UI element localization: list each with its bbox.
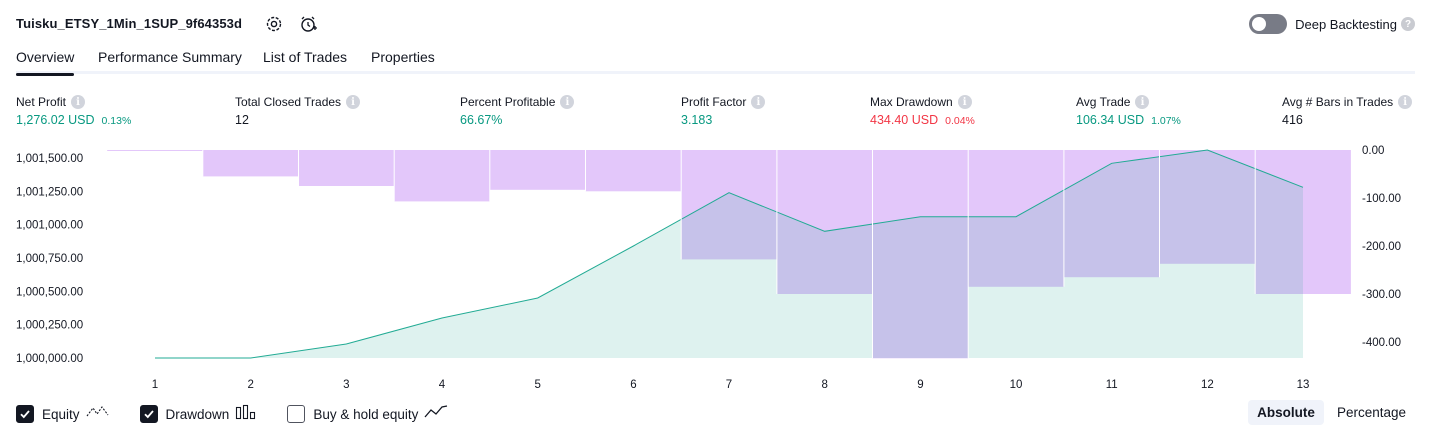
metric-value: 1,276.02 USD <box>16 113 95 127</box>
right-axis-tick-label: -300.00 <box>1362 289 1401 301</box>
buy-hold-checkbox[interactable] <box>287 405 306 423</box>
x-axis-tick-label: 8 <box>821 379 827 391</box>
metric-percent: 0.13% <box>101 115 132 127</box>
strategy-title: Tuisku_ETSY_1Min_1SUP_9f64353d <box>16 16 243 31</box>
metric-profit-factor: Profit Factor i 3.183 <box>681 94 766 127</box>
x-axis-tick-label: 4 <box>439 379 446 391</box>
deep-backtesting-label: Deep Backtesting <box>1295 16 1397 32</box>
x-axis-tick-label: 6 <box>630 379 636 391</box>
x-axis-tick-label: 5 <box>534 379 540 391</box>
metric-label: Percent Profitable <box>460 95 556 109</box>
left-axis-tick-label: 1,001,250.00 <box>16 186 83 198</box>
help-icon[interactable]: ? <box>1401 17 1415 31</box>
metric-avg-bars-in-trades: Avg # Bars in Trades i 416 <box>1282 94 1413 127</box>
right-axis-tick-label: 0.00 <box>1362 145 1384 157</box>
left-axis-tick-label: 1,000,250.00 <box>16 320 83 332</box>
deep-backtesting-control: Deep Backtesting ? <box>1249 12 1415 36</box>
metric-label: Profit Factor <box>681 95 747 109</box>
x-axis-tick-label: 9 <box>917 379 923 391</box>
toggle-knob <box>1252 17 1267 31</box>
x-axis-tick-label: 11 <box>1106 379 1118 391</box>
metric-net-profit: Net Profit i 1,276.02 USD 0.13% <box>16 94 131 127</box>
equity-drawdown-chart[interactable]: 1,001,500.00 1,001,250.00 1,001,000.00 1,00… <box>0 140 1431 396</box>
x-axis-tick-label: 13 <box>1297 379 1310 391</box>
drawdown-bar <box>202 150 299 177</box>
scale-toggle: Absolute Percentage <box>1244 400 1415 425</box>
metric-value: 3.183 <box>681 113 713 127</box>
info-icon[interactable]: i <box>1135 95 1150 109</box>
drawdown-bar <box>394 150 490 202</box>
left-axis-tick-label: 1,000,000.00 <box>16 353 83 365</box>
drawdown-bars-icon <box>235 404 257 425</box>
x-axis-tick-label: 1 <box>152 379 158 391</box>
metric-label: Max Drawdown <box>870 95 953 109</box>
left-axis: 1,001,500.00 1,001,250.00 1,001,000.00 1,00… <box>16 153 83 365</box>
metric-label: Total Closed Trades <box>235 95 342 109</box>
equity-line-icon <box>86 404 110 425</box>
x-axis-tick-label: 3 <box>343 379 349 391</box>
buy-hold-line-icon <box>424 404 448 425</box>
drawdown-bar <box>489 150 586 190</box>
metric-percent: 0.04% <box>945 115 975 127</box>
drawdown-bar <box>107 150 203 151</box>
tab-performance-summary[interactable]: Performance Summary <box>98 49 242 65</box>
metric-max-drawdown: Max Drawdown i 434.40 USD 0.04% <box>870 94 975 127</box>
info-icon[interactable]: i <box>751 95 766 109</box>
x-axis-tick-label: 7 <box>726 379 732 391</box>
legend-drawdown-label: Drawdown <box>165 406 230 422</box>
info-icon[interactable]: i <box>560 95 575 109</box>
legend-equity-label: Equity <box>42 406 80 422</box>
percentage-button[interactable]: Percentage <box>1328 400 1415 425</box>
add-alert-icon[interactable] <box>298 14 318 34</box>
right-axis-tick-label: -200.00 <box>1362 241 1401 253</box>
tab-overview[interactable]: Overview <box>16 49 75 76</box>
legend-drawdown[interactable]: Drawdown <box>139 404 258 425</box>
metric-avg-trade: Avg Trade i 106.34 USD 1.07% <box>1076 94 1181 127</box>
absolute-button[interactable]: Absolute <box>1248 400 1324 425</box>
gear-icon[interactable] <box>264 14 284 34</box>
legend-buy-hold[interactable]: Buy & hold equity <box>287 404 448 425</box>
x-axis-tick-label: 2 <box>247 379 253 391</box>
metric-percent-profitable: Percent Profitable i 66.67% <box>460 94 575 127</box>
metric-value: 66.67% <box>460 113 503 127</box>
chart-legend: Equity Drawdown Buy & hold equity <box>16 404 478 424</box>
report-tabs: Overview Performance Summary List of Tra… <box>16 46 1415 76</box>
equity-checkbox[interactable] <box>16 405 34 423</box>
drawdown-checkbox[interactable] <box>139 405 158 423</box>
drawdown-bar <box>298 150 395 186</box>
metric-value: 12 <box>235 113 249 127</box>
x-axis-tick-label: 10 <box>1010 379 1023 391</box>
right-axis-tick-label: -100.00 <box>1362 193 1401 205</box>
metric-label: Net Profit <box>16 95 67 109</box>
info-icon[interactable]: i <box>1398 95 1413 109</box>
metric-value: 106.34 USD <box>1076 113 1145 127</box>
left-axis-tick-label: 1,000,750.00 <box>16 253 83 265</box>
info-icon[interactable]: i <box>346 95 361 109</box>
info-icon[interactable]: i <box>957 95 972 109</box>
metric-label: Avg # Bars in Trades <box>1282 95 1394 109</box>
metric-percent: 1.07% <box>1151 115 1181 127</box>
metric-value: 434.40 USD <box>870 113 939 127</box>
metric-value: 416 <box>1282 113 1303 127</box>
metric-total-closed-trades: Total Closed Trades i 12 <box>235 94 361 127</box>
left-axis-tick-label: 1,001,500.00 <box>16 153 83 165</box>
right-axis-tick-label: -400.00 <box>1362 337 1401 349</box>
tab-list-of-trades[interactable]: List of Trades <box>263 49 347 65</box>
tab-properties[interactable]: Properties <box>371 49 435 65</box>
left-axis-tick-label: 1,000,500.00 <box>16 286 83 298</box>
legend-equity[interactable]: Equity <box>16 404 110 425</box>
x-axis: 1 2 3 4 5 6 7 8 9 10 11 12 13 <box>152 379 1310 391</box>
deep-backtesting-toggle[interactable] <box>1249 14 1288 34</box>
left-axis-tick-label: 1,001,000.00 <box>16 220 83 232</box>
strategy-header: Tuisku_ETSY_1Min_1SUP_9f64353d Deep Back… <box>16 12 1415 36</box>
legend-buy-hold-label: Buy & hold equity <box>313 406 419 422</box>
drawdown-bar <box>585 150 682 192</box>
info-icon[interactable]: i <box>71 95 86 109</box>
right-axis: 0.00 -100.00 -200.00 -300.00 -400.00 <box>1362 145 1401 349</box>
metric-label: Avg Trade <box>1076 95 1131 109</box>
x-axis-tick-label: 12 <box>1201 379 1214 391</box>
